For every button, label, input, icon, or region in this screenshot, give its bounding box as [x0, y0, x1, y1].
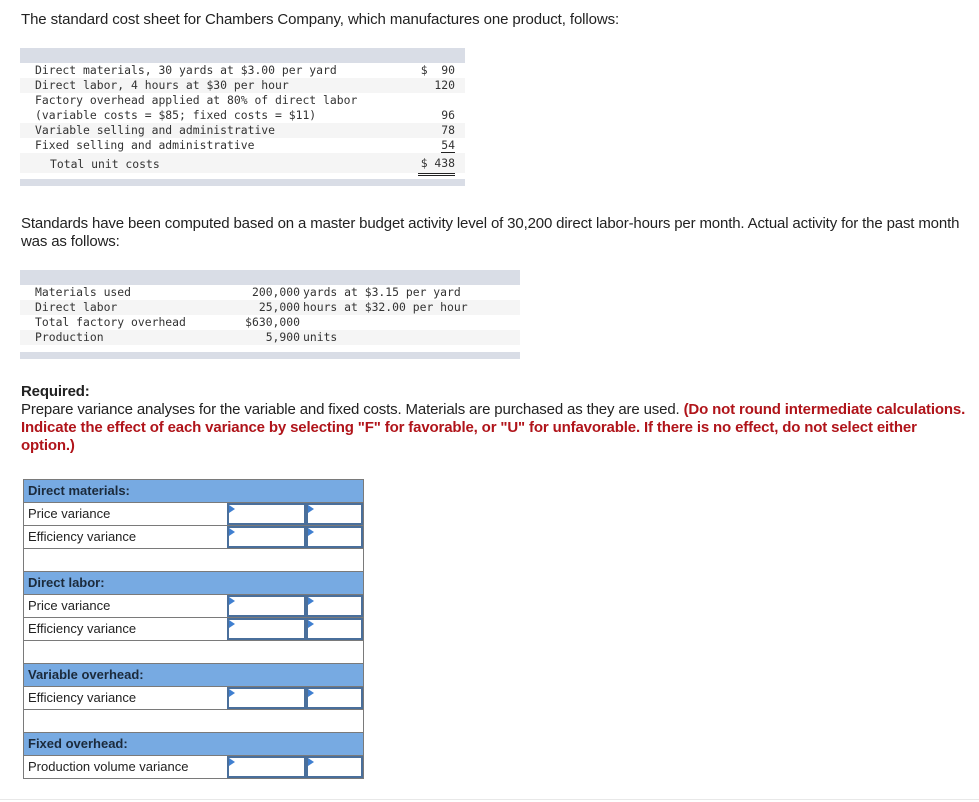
- actual-label: Production: [35, 330, 104, 344]
- cost-amount: 120: [434, 78, 455, 92]
- amount-input[interactable]: [227, 595, 306, 617]
- table-footer-band: [20, 179, 465, 186]
- table-header-band: [20, 48, 465, 63]
- dropdown-marker-icon: [308, 758, 314, 766]
- effect-select[interactable]: [306, 526, 363, 548]
- variance-row: Production volume variance: [24, 756, 363, 778]
- variance-answer-table: Direct materials: Price variance Efficie…: [23, 479, 364, 779]
- section-header-variable-overhead: Variable overhead:: [24, 664, 363, 687]
- cost-label: Direct materials, 30 yards at $3.00 per …: [35, 63, 337, 77]
- cost-label: Direct labor, 4 hours at $30 per hour: [35, 78, 289, 92]
- input-marker-icon: [229, 620, 235, 628]
- actual-label: Direct labor: [35, 300, 118, 314]
- actual-desc: hours at $32.00 per hour: [303, 300, 468, 314]
- cost-label: Fixed selling and administrative: [35, 138, 255, 152]
- actual-desc: yards at $3.15 per yard: [303, 285, 461, 299]
- amount-input[interactable]: [227, 756, 306, 778]
- dropdown-marker-icon: [308, 597, 314, 605]
- required-section: Required: Prepare variance analyses for …: [21, 383, 966, 455]
- total-label: Total unit costs: [50, 157, 160, 171]
- intro-text: The standard cost sheet for Chambers Com…: [21, 11, 620, 28]
- cost-row: (variable costs = $85; fixed costs = $11…: [20, 108, 465, 123]
- actual-value: 200,000: [251, 285, 300, 299]
- spacer-row: [24, 549, 363, 572]
- required-text: Prepare variance analyses for the variab…: [21, 401, 684, 418]
- cost-row: Direct labor, 4 hours at $30 per hour 12…: [20, 78, 465, 93]
- total-row: Total unit costs $ 438: [20, 153, 465, 176]
- footer-divider: [0, 799, 979, 800]
- spacer-row: [24, 641, 363, 664]
- actual-label: Materials used: [35, 285, 132, 299]
- amount-input[interactable]: [227, 618, 306, 640]
- cost-row: Direct materials, 30 yards at $3.00 per …: [20, 63, 465, 78]
- spacer-row: [24, 710, 363, 733]
- variance-row: Price variance: [24, 595, 363, 618]
- effect-select[interactable]: [306, 618, 363, 640]
- actual-row: Materials used 200,000 yards at $3.15 pe…: [20, 285, 520, 300]
- variance-row: Efficiency variance: [24, 526, 363, 549]
- effect-select[interactable]: [306, 503, 363, 525]
- variance-label: Efficiency variance: [28, 529, 137, 544]
- actual-desc: units: [303, 330, 338, 344]
- table-footer-band: [20, 352, 520, 359]
- cost-row: Fixed selling and administrative 54: [20, 138, 465, 153]
- effect-select[interactable]: [306, 687, 363, 709]
- cost-amount: $ 90: [420, 63, 455, 77]
- actual-row: Total factory overhead $630,000: [20, 315, 520, 330]
- activity-paragraph: Standards have been computed based on a …: [21, 215, 960, 250]
- dropdown-marker-icon: [308, 505, 314, 513]
- input-marker-icon: [229, 597, 235, 605]
- variance-label: Production volume variance: [28, 759, 189, 774]
- variance-label: Price variance: [28, 506, 111, 521]
- input-marker-icon: [229, 505, 235, 513]
- total-amount: $ 438: [418, 153, 455, 176]
- input-marker-icon: [229, 689, 235, 697]
- cost-amount: 78: [441, 123, 455, 137]
- input-marker-icon: [229, 528, 235, 536]
- input-marker-icon: [229, 758, 235, 766]
- variance-label: Price variance: [28, 598, 111, 613]
- actual-value: 25,000: [258, 300, 300, 314]
- dropdown-marker-icon: [308, 528, 314, 536]
- actual-row: Production 5,900 units: [20, 330, 520, 345]
- section-header-direct-labor: Direct labor:: [24, 572, 363, 595]
- cost-row: Factory overhead applied at 80% of direc…: [20, 93, 465, 108]
- cost-label: Factory overhead applied at 80% of direc…: [35, 93, 358, 107]
- dropdown-marker-icon: [308, 620, 314, 628]
- amount-input[interactable]: [227, 687, 306, 709]
- amount-input[interactable]: [227, 526, 306, 548]
- actual-row: Direct labor 25,000 hours at $32.00 per …: [20, 300, 520, 315]
- cost-amount: 54: [441, 138, 455, 153]
- section-header-direct-materials: Direct materials:: [24, 480, 363, 503]
- variance-label: Efficiency variance: [28, 621, 137, 636]
- actual-value: $630,000: [245, 315, 300, 329]
- dropdown-marker-icon: [308, 689, 314, 697]
- variance-row: Price variance: [24, 503, 363, 526]
- actual-label: Total factory overhead: [35, 315, 186, 329]
- required-heading: Required:: [21, 383, 90, 400]
- cost-label: (variable costs = $85; fixed costs = $11…: [35, 108, 317, 122]
- standard-cost-sheet: Direct materials, 30 yards at $3.00 per …: [20, 48, 465, 186]
- effect-select[interactable]: [306, 756, 363, 778]
- variance-row: Efficiency variance: [24, 687, 363, 710]
- table-header-band: [20, 270, 520, 285]
- cost-row: Variable selling and administrative 78: [20, 123, 465, 138]
- effect-select[interactable]: [306, 595, 363, 617]
- amount-input[interactable]: [227, 503, 306, 525]
- actual-activity-table: Materials used 200,000 yards at $3.15 pe…: [20, 270, 520, 359]
- variance-label: Efficiency variance: [28, 690, 137, 705]
- variance-row: Efficiency variance: [24, 618, 363, 641]
- cost-amount: 96: [441, 108, 455, 122]
- cost-label: Variable selling and administrative: [35, 123, 276, 137]
- actual-value: 5,900: [265, 330, 300, 344]
- section-header-fixed-overhead: Fixed overhead:: [24, 733, 363, 756]
